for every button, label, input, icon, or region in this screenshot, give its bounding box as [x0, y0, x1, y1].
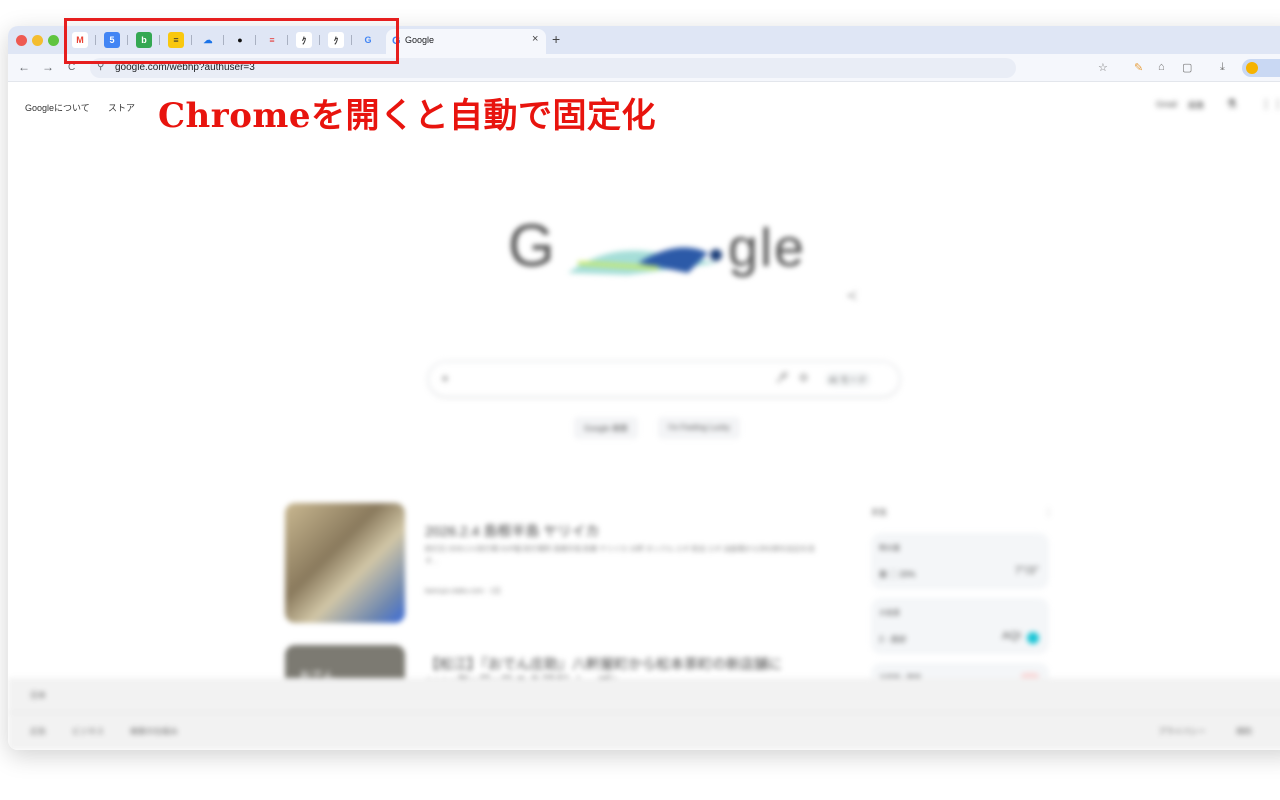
google-homepage: Gmail 画像 ⚗ ⋮⋮ G gle ≺ + 🎤︎ ⊙ AI モード Goog… — [8, 83, 1280, 750]
google-logo: G — [508, 212, 557, 279]
air-quality-card[interactable]: 大気質 2 - 良好 AQI — [871, 598, 1049, 654]
active-tab[interactable]: G Google × — [386, 29, 546, 54]
footer-link-privacy[interactable]: プライバシー — [1158, 726, 1206, 737]
search-box[interactable]: + 🎤︎ ⊙ AI モード — [428, 361, 900, 397]
puzzle-extensions-icon[interactable]: ▢ — [1182, 61, 1192, 74]
footer-country: 日本 — [30, 691, 46, 700]
doodle-skater-art — [568, 247, 722, 275]
news-source[interactable]: kamuyo.otaku.com · 1日 — [425, 586, 501, 596]
footer-link-how-search-works[interactable]: 検索の仕組み — [130, 726, 178, 737]
add-icon[interactable]: + — [441, 370, 449, 386]
google-logo-tail: gle — [728, 218, 807, 278]
annotation-caption: Chromeを開くと自動で固定化 — [158, 96, 656, 136]
news-headline[interactable]: 2026.2.4 島根半島 ヤリイカ — [425, 521, 599, 541]
apps-grid-icon[interactable]: ⋮⋮ — [1260, 97, 1280, 111]
about-google-link[interactable]: Googleについて — [25, 101, 90, 114]
ai-mode-button[interactable]: AI モード — [825, 372, 872, 387]
share-icon[interactable]: ≺ — [846, 287, 858, 304]
card-temperature: 7°/3° — [1014, 565, 1039, 577]
card-aqi-label: AQI — [1002, 630, 1021, 642]
extension-icon[interactable]: ✎ — [1134, 61, 1143, 74]
back-icon[interactable]: ← — [18, 60, 30, 74]
gmail-link[interactable]: Gmail — [1156, 100, 1177, 109]
weather-card[interactable]: 降水量 曇 ◯ 20% 7°/3° — [871, 533, 1049, 589]
avatar — [1246, 62, 1258, 74]
pinned-tabs-highlight-box — [64, 18, 399, 64]
close-tab-icon[interactable]: × — [532, 33, 538, 45]
side-panel-heading: 天気 — [871, 508, 887, 517]
lens-icon[interactable]: ⊙ — [799, 371, 808, 384]
card-heading: 降水量 — [879, 545, 900, 552]
images-link[interactable]: 画像 — [1188, 100, 1204, 111]
feeling-lucky-button[interactable]: I'm Feeling Lucky — [658, 417, 740, 439]
home-icon[interactable]: ⌂ — [1158, 61, 1165, 73]
store-link[interactable]: ストア — [108, 101, 135, 114]
card-value: 2 - 良好 — [879, 635, 907, 644]
aqi-indicator-icon — [1027, 632, 1039, 644]
more-options-icon[interactable]: ⋮ — [1044, 507, 1053, 518]
footer-link-ads[interactable]: 広告 — [30, 726, 46, 737]
close-window-button[interactable] — [16, 35, 27, 46]
forward-icon[interactable]: → — [42, 60, 54, 74]
news-summary: 釣行日 2026.2.4 釣行場 SUP艇 釣行場所 島根半島 釣果 ヤリイカ … — [425, 546, 815, 565]
bookmark-star-icon[interactable]: ☆ — [1098, 61, 1108, 74]
blurred-content: Gmail 画像 ⚗ ⋮⋮ G gle ≺ + 🎤︎ ⊙ AI モード Goog… — [8, 83, 1280, 750]
active-tab-title: Google — [405, 35, 435, 45]
card-heading: 大気質 — [879, 610, 900, 617]
mic-icon[interactable]: 🎤︎ — [775, 371, 789, 384]
footer-link-business[interactable]: ビジネス — [72, 726, 104, 737]
card-value: 曇 ◯ 20% — [879, 570, 916, 579]
news-thumbnail[interactable] — [285, 503, 405, 623]
google-search-button[interactable]: Google 検索 — [574, 417, 639, 439]
footer-link-terms[interactable]: 規約 — [1236, 726, 1252, 737]
new-tab-button[interactable]: + — [552, 31, 560, 47]
minimize-window-button[interactable] — [32, 35, 43, 46]
labs-icon[interactable]: ⚗ — [1226, 97, 1237, 111]
profile-chip[interactable] — [1242, 59, 1280, 77]
page-footer: 日本 広告 ビジネス 検索の仕組み プライバシー 規約 — [8, 678, 1280, 750]
download-icon[interactable]: ⤓ — [1220, 61, 1225, 74]
footer-divider — [8, 712, 1280, 713]
maximize-window-button[interactable] — [48, 35, 59, 46]
